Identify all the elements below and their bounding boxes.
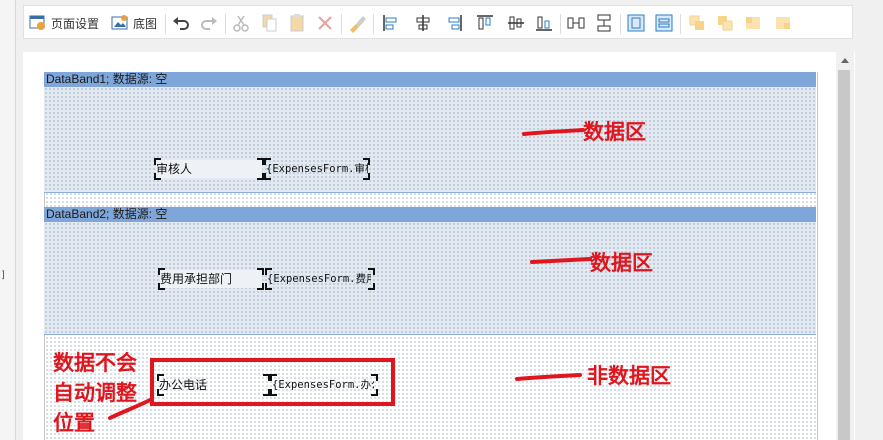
cell-corner-bracket — [257, 158, 264, 165]
window-right-edge — [855, 0, 883, 440]
cell-corner-bracket — [158, 283, 165, 290]
cell-corner-bracket — [257, 283, 264, 290]
note-line-3: 位置 — [53, 411, 95, 435]
align-bottom-icon[interactable] — [533, 12, 555, 34]
cell-corner-bracket — [264, 158, 271, 165]
background-label: 底图 — [133, 16, 158, 31]
send-back-icon[interactable] — [714, 12, 736, 34]
department-expression-cell[interactable]: {ExpensesForm.费用 — [267, 270, 371, 288]
same-width-icon[interactable] — [625, 12, 647, 34]
highlight-box — [150, 358, 395, 406]
align-top-icon[interactable] — [474, 12, 496, 34]
paste-icon[interactable] — [286, 12, 308, 34]
scroll-up-arrow-icon[interactable] — [841, 58, 849, 63]
non-data-area-annotation: 非数据区 — [587, 364, 671, 388]
page-setup-button[interactable]: 页面设置 — [29, 12, 99, 34]
distribute-horizontal-icon[interactable] — [565, 12, 587, 34]
vertical-scrollbar[interactable] — [836, 52, 854, 440]
cell-corner-bracket — [265, 268, 272, 275]
delete-icon[interactable] — [314, 12, 336, 34]
cell-corner-bracket — [265, 283, 272, 290]
reviewer-label-cell[interactable]: 审核人 — [156, 160, 262, 178]
cell-corner-bracket — [368, 283, 375, 290]
cell-corner-bracket — [264, 173, 271, 180]
bring-front-icon[interactable] — [686, 12, 708, 34]
left-panel-marker: ] — [1, 270, 5, 281]
designer-toolbar: 页面设置 底图 — [23, 5, 853, 39]
unlock-icon[interactable] — [772, 12, 794, 34]
cell-corner-bracket — [363, 158, 370, 165]
page-setup-icon — [29, 15, 45, 30]
distribute-vertical-icon[interactable] — [593, 12, 615, 34]
background-button[interactable]: 底图 — [111, 12, 157, 34]
cell-corner-bracket — [257, 173, 264, 180]
cell-corner-bracket — [154, 158, 161, 165]
undo-icon[interactable] — [170, 12, 192, 34]
data-area-annotation-1: 数据区 — [583, 120, 646, 144]
align-right-icon[interactable] — [443, 12, 465, 34]
align-middle-icon[interactable] — [505, 12, 527, 34]
copy-icon[interactable] — [258, 12, 280, 34]
databand2-header[interactable]: DataBand2; 数据源: 空 — [44, 207, 816, 222]
cell-corner-bracket — [158, 268, 165, 275]
background-image-icon — [111, 15, 128, 30]
databand1-header[interactable]: DataBand1; 数据源: 空 — [44, 72, 816, 87]
lock-icon[interactable] — [742, 12, 764, 34]
format-brush-icon[interactable] — [346, 12, 368, 34]
cell-corner-bracket — [154, 173, 161, 180]
department-label-cell[interactable]: 费用承担部门 — [160, 270, 262, 288]
note-line-2: 自动调整 — [53, 381, 137, 405]
note-line-1: 数据不会 — [53, 351, 137, 375]
data-area-annotation-2: 数据区 — [590, 251, 653, 275]
databand1-bottom-border — [44, 192, 816, 193]
cut-icon[interactable] — [230, 12, 252, 34]
cell-corner-bracket — [363, 173, 370, 180]
page-setup-label: 页面设置 — [51, 16, 100, 31]
cell-corner-bracket — [257, 268, 264, 275]
scrollbar-thumb[interactable] — [838, 70, 850, 440]
databand2-bottom-border — [44, 334, 816, 335]
same-height-icon[interactable] — [653, 12, 675, 34]
left-panel-edge: ] — [0, 0, 16, 440]
reviewer-expression-cell[interactable]: {ExpensesForm.审核 — [266, 160, 368, 178]
align-center-icon[interactable] — [412, 12, 434, 34]
align-left-icon[interactable] — [380, 12, 402, 34]
redo-icon[interactable] — [198, 12, 220, 34]
cell-corner-bracket — [368, 268, 375, 275]
